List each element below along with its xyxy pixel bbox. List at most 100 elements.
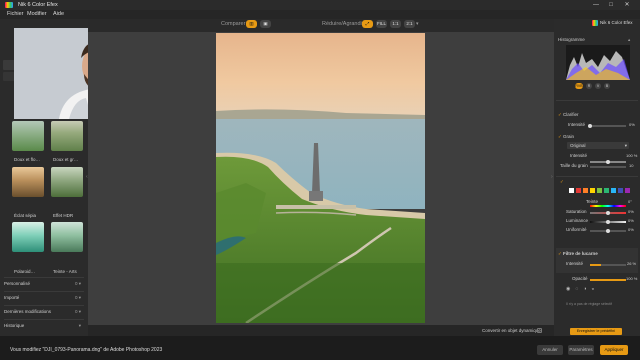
vignette-intensity-slider[interactable] — [590, 264, 626, 266]
slider-knob[interactable] — [588, 124, 592, 128]
preset-thumbnail[interactable] — [51, 167, 83, 197]
section-label: Importé — [4, 295, 20, 300]
param-value: 26 % — [627, 261, 637, 266]
param-label: Uniformité — [566, 227, 587, 232]
filter-name: Clarifier — [563, 112, 579, 117]
swatch-4[interactable] — [597, 188, 602, 193]
zoom-chevron-icon[interactable]: ▾ — [416, 21, 419, 27]
cancel-button[interactable]: Annuler — [537, 345, 563, 355]
filter-name: Filtre de lucarne — [563, 251, 598, 256]
param-value: 0% — [628, 209, 634, 214]
section-label: Personnalisé — [4, 281, 31, 286]
channel-r-button[interactable]: R — [586, 83, 592, 89]
swatch-5[interactable] — [604, 188, 609, 193]
menu-fichier[interactable]: Fichier — [7, 11, 24, 17]
zoom-fill-button[interactable]: FILL — [376, 20, 387, 28]
slider-knob[interactable] — [606, 220, 610, 224]
minimize-button[interactable]: — — [590, 1, 602, 9]
collapse-left-icon[interactable]: ‹ — [86, 174, 89, 182]
selective-tools-icons[interactable]: ◉◌◑◒ — [566, 286, 599, 292]
param-label: Intensité — [568, 122, 586, 127]
slider-knob[interactable] — [606, 229, 610, 233]
fit-button[interactable]: ⤢ — [362, 20, 373, 28]
photo-preview — [216, 33, 425, 323]
compare-split-button[interactable]: ▥ — [246, 20, 257, 28]
compare-label: Comparer — [221, 21, 246, 27]
param-label: Intensité — [566, 261, 584, 266]
histogram-graph — [566, 51, 630, 80]
app-icon — [5, 2, 13, 8]
brand-name: Nik 6 Color Efex — [600, 20, 633, 25]
filter-grain-header[interactable]: ✓ Grain — [558, 134, 636, 140]
section-dernieres-modifications[interactable]: Dernières modifications 0 ▾ — [4, 305, 84, 317]
section-historique[interactable]: Historique ▾ — [4, 319, 84, 331]
intensity-slider[interactable] — [590, 125, 626, 127]
param-value: 0° — [628, 199, 632, 204]
section-importe[interactable]: Importé 0 ▾ — [4, 291, 84, 303]
empty-selective-note: Il n'y a pas de réglage sélectif — [566, 302, 613, 306]
menu-bar — [0, 10, 640, 19]
menu-aide[interactable]: Aide — [53, 11, 64, 17]
dropdown-value: Original — [570, 143, 586, 148]
filter-clarifier-header[interactable]: ✓ Clarifier — [558, 112, 636, 118]
preset-label: Doux et gr… — [53, 157, 79, 162]
param-value: 0% — [629, 122, 635, 127]
swatch-3[interactable] — [590, 188, 595, 193]
preset-thumbnail[interactable] — [12, 167, 44, 197]
preset-thumbnail[interactable] — [12, 222, 44, 252]
channel-v-button[interactable]: V — [595, 83, 601, 89]
check-icon[interactable]: ✓ — [558, 134, 562, 139]
save-preset-button[interactable]: Enregistrer le prédéfini — [570, 328, 622, 335]
swatch-7[interactable] — [618, 188, 623, 193]
param-value: 0% — [628, 218, 634, 223]
preset-thumbnail[interactable] — [12, 121, 44, 151]
brand-icon — [592, 20, 598, 26]
preset-label: Teinte - Arts — [53, 269, 77, 274]
zoom-2-1-button[interactable]: 2:1 — [404, 20, 415, 28]
menu-modifier[interactable]: Modifier — [27, 11, 47, 17]
preset-thumbnail[interactable] — [51, 121, 83, 151]
param-value: 0% — [628, 227, 634, 232]
window-title: Nik 6 Color Efex — [18, 2, 58, 8]
section-label: Historique — [4, 323, 25, 328]
swatch-1[interactable] — [576, 188, 581, 193]
chevron-up-icon[interactable]: ▴ — [628, 37, 630, 43]
close-button[interactable]: ✕ — [621, 1, 633, 9]
param-value: 10 — [629, 163, 634, 168]
preset-label: Effet HDR — [53, 213, 74, 218]
divider — [556, 176, 638, 177]
swatch-8[interactable] — [625, 188, 630, 193]
maximize-button[interactable]: □ — [605, 1, 617, 9]
section-personnalise[interactable]: Personnalisé 0 ▾ — [4, 277, 84, 289]
param-label: Taille du grain — [560, 163, 588, 168]
check-icon[interactable]: ✓ — [558, 112, 562, 117]
apply-button[interactable]: Appliquer — [600, 345, 628, 355]
zoom-1-1-button[interactable]: 1:1 — [390, 20, 401, 28]
vignette-opacity-slider[interactable] — [590, 279, 626, 281]
channel-b-button[interactable]: B — [604, 83, 610, 89]
chevron-icon: 0 ▾ — [74, 295, 81, 300]
param-row: Intensité — [558, 153, 636, 158]
preset-label: Polaroid… — [14, 269, 36, 274]
swatch-2[interactable] — [583, 188, 588, 193]
channel-rgb-button[interactable]: RVB — [575, 83, 583, 89]
param-value: 100 % — [626, 153, 638, 158]
chevron-icon: 0 ▾ — [74, 281, 81, 286]
slider-knob[interactable] — [606, 211, 610, 215]
check-icon[interactable]: ✓ — [560, 179, 564, 185]
check-icon[interactable]: ✓ — [558, 251, 562, 256]
convert-dynamic-checkbox[interactable] — [537, 328, 542, 333]
compare-side-button[interactable]: ▣ — [260, 20, 271, 28]
swatch-0[interactable] — [569, 188, 574, 193]
landscape-photo — [216, 33, 425, 323]
preset-thumbnail[interactable] — [51, 222, 83, 252]
filter-vignette-header[interactable]: ✓ Filtre de lucarne — [558, 251, 636, 257]
grain-size-slider[interactable] — [590, 166, 626, 168]
preset-label: Éclat sépia — [14, 213, 37, 218]
settings-button[interactable]: Paramètres — [568, 345, 594, 355]
section-count: 0 — [74, 295, 78, 300]
grain-dropdown[interactable]: Original ▾ — [567, 142, 629, 149]
swatch-6[interactable] — [611, 188, 616, 193]
hue-slider[interactable] — [590, 205, 626, 207]
param-label: Opacité — [572, 276, 588, 281]
